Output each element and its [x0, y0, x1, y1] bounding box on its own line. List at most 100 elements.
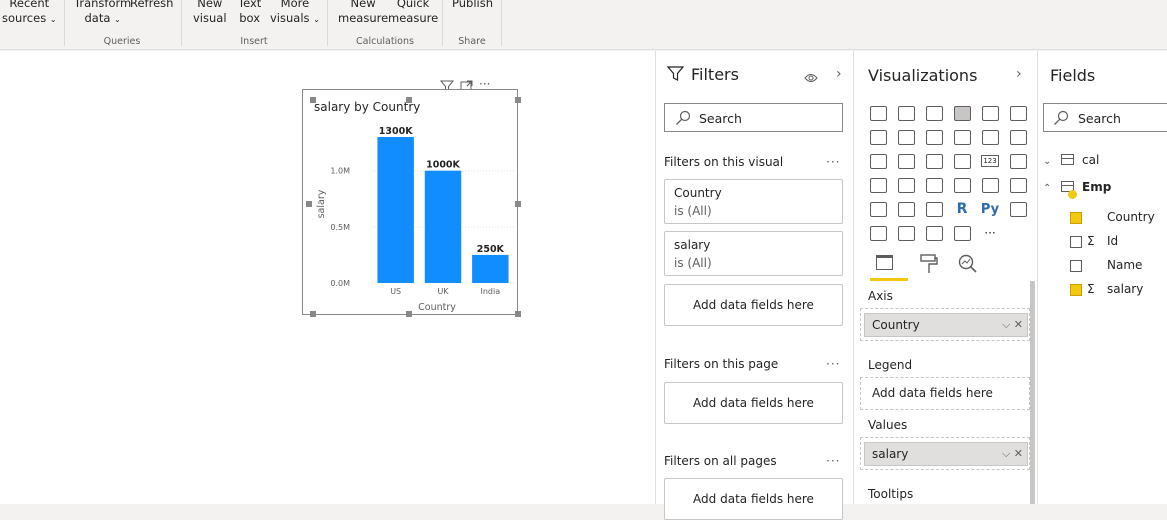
chart-glyph-icon	[925, 177, 943, 193]
visual-type-icon[interactable]	[864, 221, 892, 245]
chart-glyph-icon	[953, 153, 971, 169]
legend-well[interactable]: Add data fields here	[860, 377, 1030, 410]
close-icon[interactable]: ✕	[1014, 318, 1023, 331]
close-icon[interactable]: ✕	[1014, 447, 1023, 460]
visual-type-icon[interactable]	[1004, 173, 1032, 197]
visual-type-icon[interactable]	[864, 149, 892, 173]
visual-type-icon[interactable]	[1004, 101, 1032, 125]
collapse-chevron-icon[interactable]: ›	[1016, 66, 1022, 82]
refresh-label: Refresh	[130, 0, 174, 10]
axis-field-chip[interactable]: Country ⌵ ✕	[864, 313, 1028, 337]
visual-type-icon[interactable]	[1004, 125, 1032, 149]
values-well[interactable]: salary ⌵ ✕	[860, 437, 1030, 470]
visual-type-icon[interactable]	[948, 173, 976, 197]
visual-type-icon[interactable]	[1004, 149, 1032, 173]
table-cal[interactable]: ⌄ cal	[1043, 153, 1099, 167]
visual-type-icon[interactable]	[948, 149, 976, 173]
r-visual-icon[interactable]: R	[948, 197, 976, 221]
card-visual-icon[interactable]: 123	[976, 149, 1004, 173]
chart-glyph-icon	[869, 177, 887, 193]
more-options-icon[interactable]: ···	[826, 155, 840, 169]
recent-sources-button[interactable]: Recent sources ⌄	[2, 0, 57, 27]
bar-chart-visual[interactable]: salary by Country 0.0M 0.5M 1.0M 1300K US 100…	[302, 89, 521, 317]
chart-glyph-icon	[869, 201, 887, 217]
chart-glyph-icon	[897, 201, 915, 217]
recent-sources-label-2: sources ⌄	[2, 11, 57, 27]
chart-glyph-icon	[953, 177, 971, 193]
text-box-button[interactable]: Text box	[238, 0, 261, 26]
visualizations-title: Visualizations	[868, 66, 978, 85]
new-measure-label-2: measure	[338, 11, 389, 25]
visual-type-icon[interactable]	[920, 197, 948, 221]
chart-glyph-icon	[869, 105, 887, 121]
visual-type-icon[interactable]	[920, 173, 948, 197]
values-field-chip[interactable]: salary ⌵ ✕	[864, 442, 1028, 466]
chart-glyph-icon	[1009, 105, 1027, 121]
empty-slot	[1004, 221, 1032, 245]
chevron-down-icon[interactable]: ⌵	[1002, 447, 1010, 460]
checkbox[interactable]	[1070, 260, 1082, 272]
visual-type-icon[interactable]	[976, 125, 1004, 149]
filter-card-salary[interactable]: salary is (All)	[664, 231, 843, 276]
format-paint-roller-icon[interactable]	[920, 254, 938, 278]
fields-search-input[interactable]: Search	[1043, 103, 1167, 132]
visual-type-icon[interactable]	[976, 101, 1004, 125]
visual-type-icon[interactable]	[920, 101, 948, 125]
visual-type-icon[interactable]	[948, 221, 976, 245]
visual-type-icon[interactable]	[892, 125, 920, 149]
visual-type-icon[interactable]	[864, 101, 892, 125]
chart-glyph-icon	[869, 129, 887, 145]
chevron-down-icon[interactable]: ⌵	[1002, 318, 1010, 331]
chart-glyph-icon	[925, 129, 943, 145]
more-options-icon[interactable]: ···	[826, 357, 840, 371]
transform-data-button[interactable]: Transform data ⌄	[74, 0, 131, 27]
ribbon-separator	[181, 0, 182, 46]
sigma-icon: Σ	[1087, 234, 1095, 248]
more-options-icon[interactable]: ···	[826, 454, 840, 468]
refresh-button[interactable]: Refresh	[130, 0, 173, 11]
analytics-magnifier-icon[interactable]	[958, 254, 978, 278]
visual-type-icon[interactable]	[892, 221, 920, 245]
checkbox-checked[interactable]	[1070, 212, 1082, 224]
new-visual-button[interactable]: New visual	[193, 0, 227, 26]
checkbox[interactable]	[1070, 236, 1082, 248]
visual-type-icon[interactable]	[864, 197, 892, 221]
visual-type-icon[interactable]	[864, 173, 892, 197]
add-data-fields-visual[interactable]: Add data fields here	[664, 284, 843, 326]
visual-type-icon[interactable]	[864, 125, 892, 149]
visual-type-icon[interactable]	[920, 221, 948, 245]
quick-measure-button[interactable]: Quick measure	[388, 0, 438, 26]
visualizations-pane: Visualizations › 123 R Py ··· Axis Country …	[853, 51, 1037, 504]
filter-card-country[interactable]: Country is (All)	[664, 179, 843, 224]
filters-on-all-pages-label: Filters on all pages	[664, 454, 777, 468]
visual-type-icon[interactable]	[1004, 197, 1032, 221]
visual-type-icon[interactable]	[920, 125, 948, 149]
new-measure-button[interactable]: New measure	[338, 0, 388, 26]
python-visual-icon[interactable]: Py	[976, 197, 1004, 221]
more-visuals-button[interactable]: More visuals ⌄	[270, 0, 320, 27]
checkbox-checked[interactable]	[1070, 284, 1082, 296]
axis-well[interactable]: Country ⌵ ✕	[860, 308, 1030, 341]
more-visuals-icon[interactable]: ···	[976, 221, 1004, 245]
visual-type-icon[interactable]	[892, 101, 920, 125]
collapse-chevron-icon[interactable]: ›	[836, 66, 842, 82]
visual-type-icon[interactable]	[948, 125, 976, 149]
publish-button[interactable]: Publish	[452, 0, 493, 11]
new-measure-label-1: New	[350, 0, 376, 10]
visual-type-icon[interactable]	[892, 173, 920, 197]
quick-measure-label-2: measure	[388, 11, 439, 25]
chart-glyph-icon	[897, 153, 915, 169]
add-data-fields-page[interactable]: Add data fields here	[664, 382, 843, 424]
table-emp[interactable]: ⌃ Emp	[1043, 180, 1111, 194]
clustered-column-chart-icon-selected[interactable]	[948, 101, 976, 125]
visual-type-icon[interactable]	[892, 197, 920, 221]
visual-type-icon[interactable]	[976, 173, 1004, 197]
filters-search-input[interactable]: Search	[664, 103, 843, 132]
filter-icon	[666, 66, 685, 85]
visual-type-icon[interactable]	[892, 149, 920, 173]
add-data-fields-all-pages[interactable]: Add data fields here	[664, 478, 843, 520]
eye-icon[interactable]	[804, 68, 818, 87]
scrollbar[interactable]	[1030, 281, 1035, 504]
visual-type-icon[interactable]	[920, 149, 948, 173]
fields-tab-icon[interactable]	[876, 255, 893, 270]
